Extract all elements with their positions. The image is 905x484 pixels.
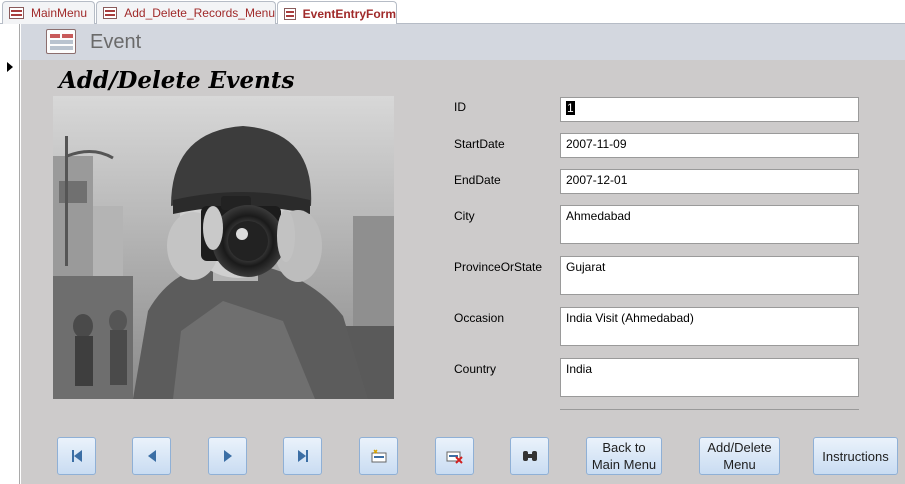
form-title: Add/Delete Events: [59, 67, 295, 94]
instructions-button[interactable]: Instructions: [813, 437, 898, 475]
header-title: Event: [90, 31, 142, 53]
form-header: Event: [21, 24, 905, 60]
form-icon: [9, 7, 24, 19]
delete-record-icon: [446, 451, 463, 464]
previous-record-icon: [147, 450, 156, 462]
new-record-button[interactable]: [359, 437, 398, 475]
first-record-button[interactable]: [57, 437, 96, 475]
form-icon: [103, 7, 118, 19]
form-icon: [46, 29, 76, 54]
new-record-icon: [371, 449, 386, 463]
separator-line: [560, 409, 859, 410]
find-record-button[interactable]: [510, 437, 549, 475]
adddel-line1: Add/Delete: [707, 440, 772, 455]
record-selector[interactable]: [0, 24, 20, 484]
last-record-button[interactable]: [283, 437, 322, 475]
startdate-label: StartDate: [454, 137, 505, 151]
enddate-field[interactable]: 2007-12-01: [560, 169, 859, 194]
current-record-arrow-icon: [7, 62, 13, 72]
form-icon: [284, 7, 296, 20]
previous-record-button[interactable]: [132, 437, 171, 475]
form-detail: Add/Delete Events ID 1 StartDate 2007-11…: [21, 60, 905, 484]
city-field[interactable]: Ahmedabad: [560, 205, 859, 244]
instructions-label: Instructions: [822, 448, 889, 464]
country-label: Country: [454, 362, 497, 376]
back-line1: Back to: [602, 440, 646, 455]
city-label: City: [454, 209, 475, 223]
startdate-field[interactable]: 2007-11-09: [560, 133, 859, 158]
binoculars-icon: [522, 451, 537, 461]
id-field[interactable]: 1: [560, 97, 859, 122]
provinceorstate-field[interactable]: Gujarat: [560, 256, 859, 295]
id-label: ID: [454, 100, 466, 114]
provinceorstate-label: ProvinceOrState: [454, 260, 543, 274]
tab-evententryform[interactable]: EventEntryForm: [277, 1, 397, 25]
tab-mainmenu[interactable]: MainMenu: [2, 1, 95, 24]
tab-label: MainMenu: [31, 6, 88, 20]
back-line2: Main Menu: [591, 457, 657, 472]
id-value: 1: [566, 101, 575, 115]
back-to-main-menu-button[interactable]: Back to Main Menu: [586, 437, 662, 475]
next-record-button[interactable]: [208, 437, 247, 475]
document-tab-strip: MainMenu Add_Delete_Records_Menu EventEn…: [0, 0, 905, 25]
adddel-line2: Menu: [723, 457, 756, 472]
tab-label: EventEntryForm: [302, 6, 396, 21]
tab-label: Add_Delete_Records_Menu: [124, 6, 275, 20]
next-record-icon: [223, 450, 232, 462]
enddate-label: EndDate: [454, 173, 501, 187]
country-field[interactable]: India: [560, 358, 859, 397]
add-delete-menu-button[interactable]: Add/Delete Menu: [699, 437, 780, 475]
first-record-icon: [71, 450, 82, 462]
occasion-label: Occasion: [454, 311, 505, 325]
delete-record-button[interactable]: [435, 437, 474, 475]
occasion-field[interactable]: India Visit (Ahmedabad): [560, 307, 859, 346]
event-photo: [53, 96, 394, 399]
last-record-icon: [297, 450, 308, 462]
tab-add-delete-records-menu[interactable]: Add_Delete_Records_Menu: [96, 1, 276, 24]
